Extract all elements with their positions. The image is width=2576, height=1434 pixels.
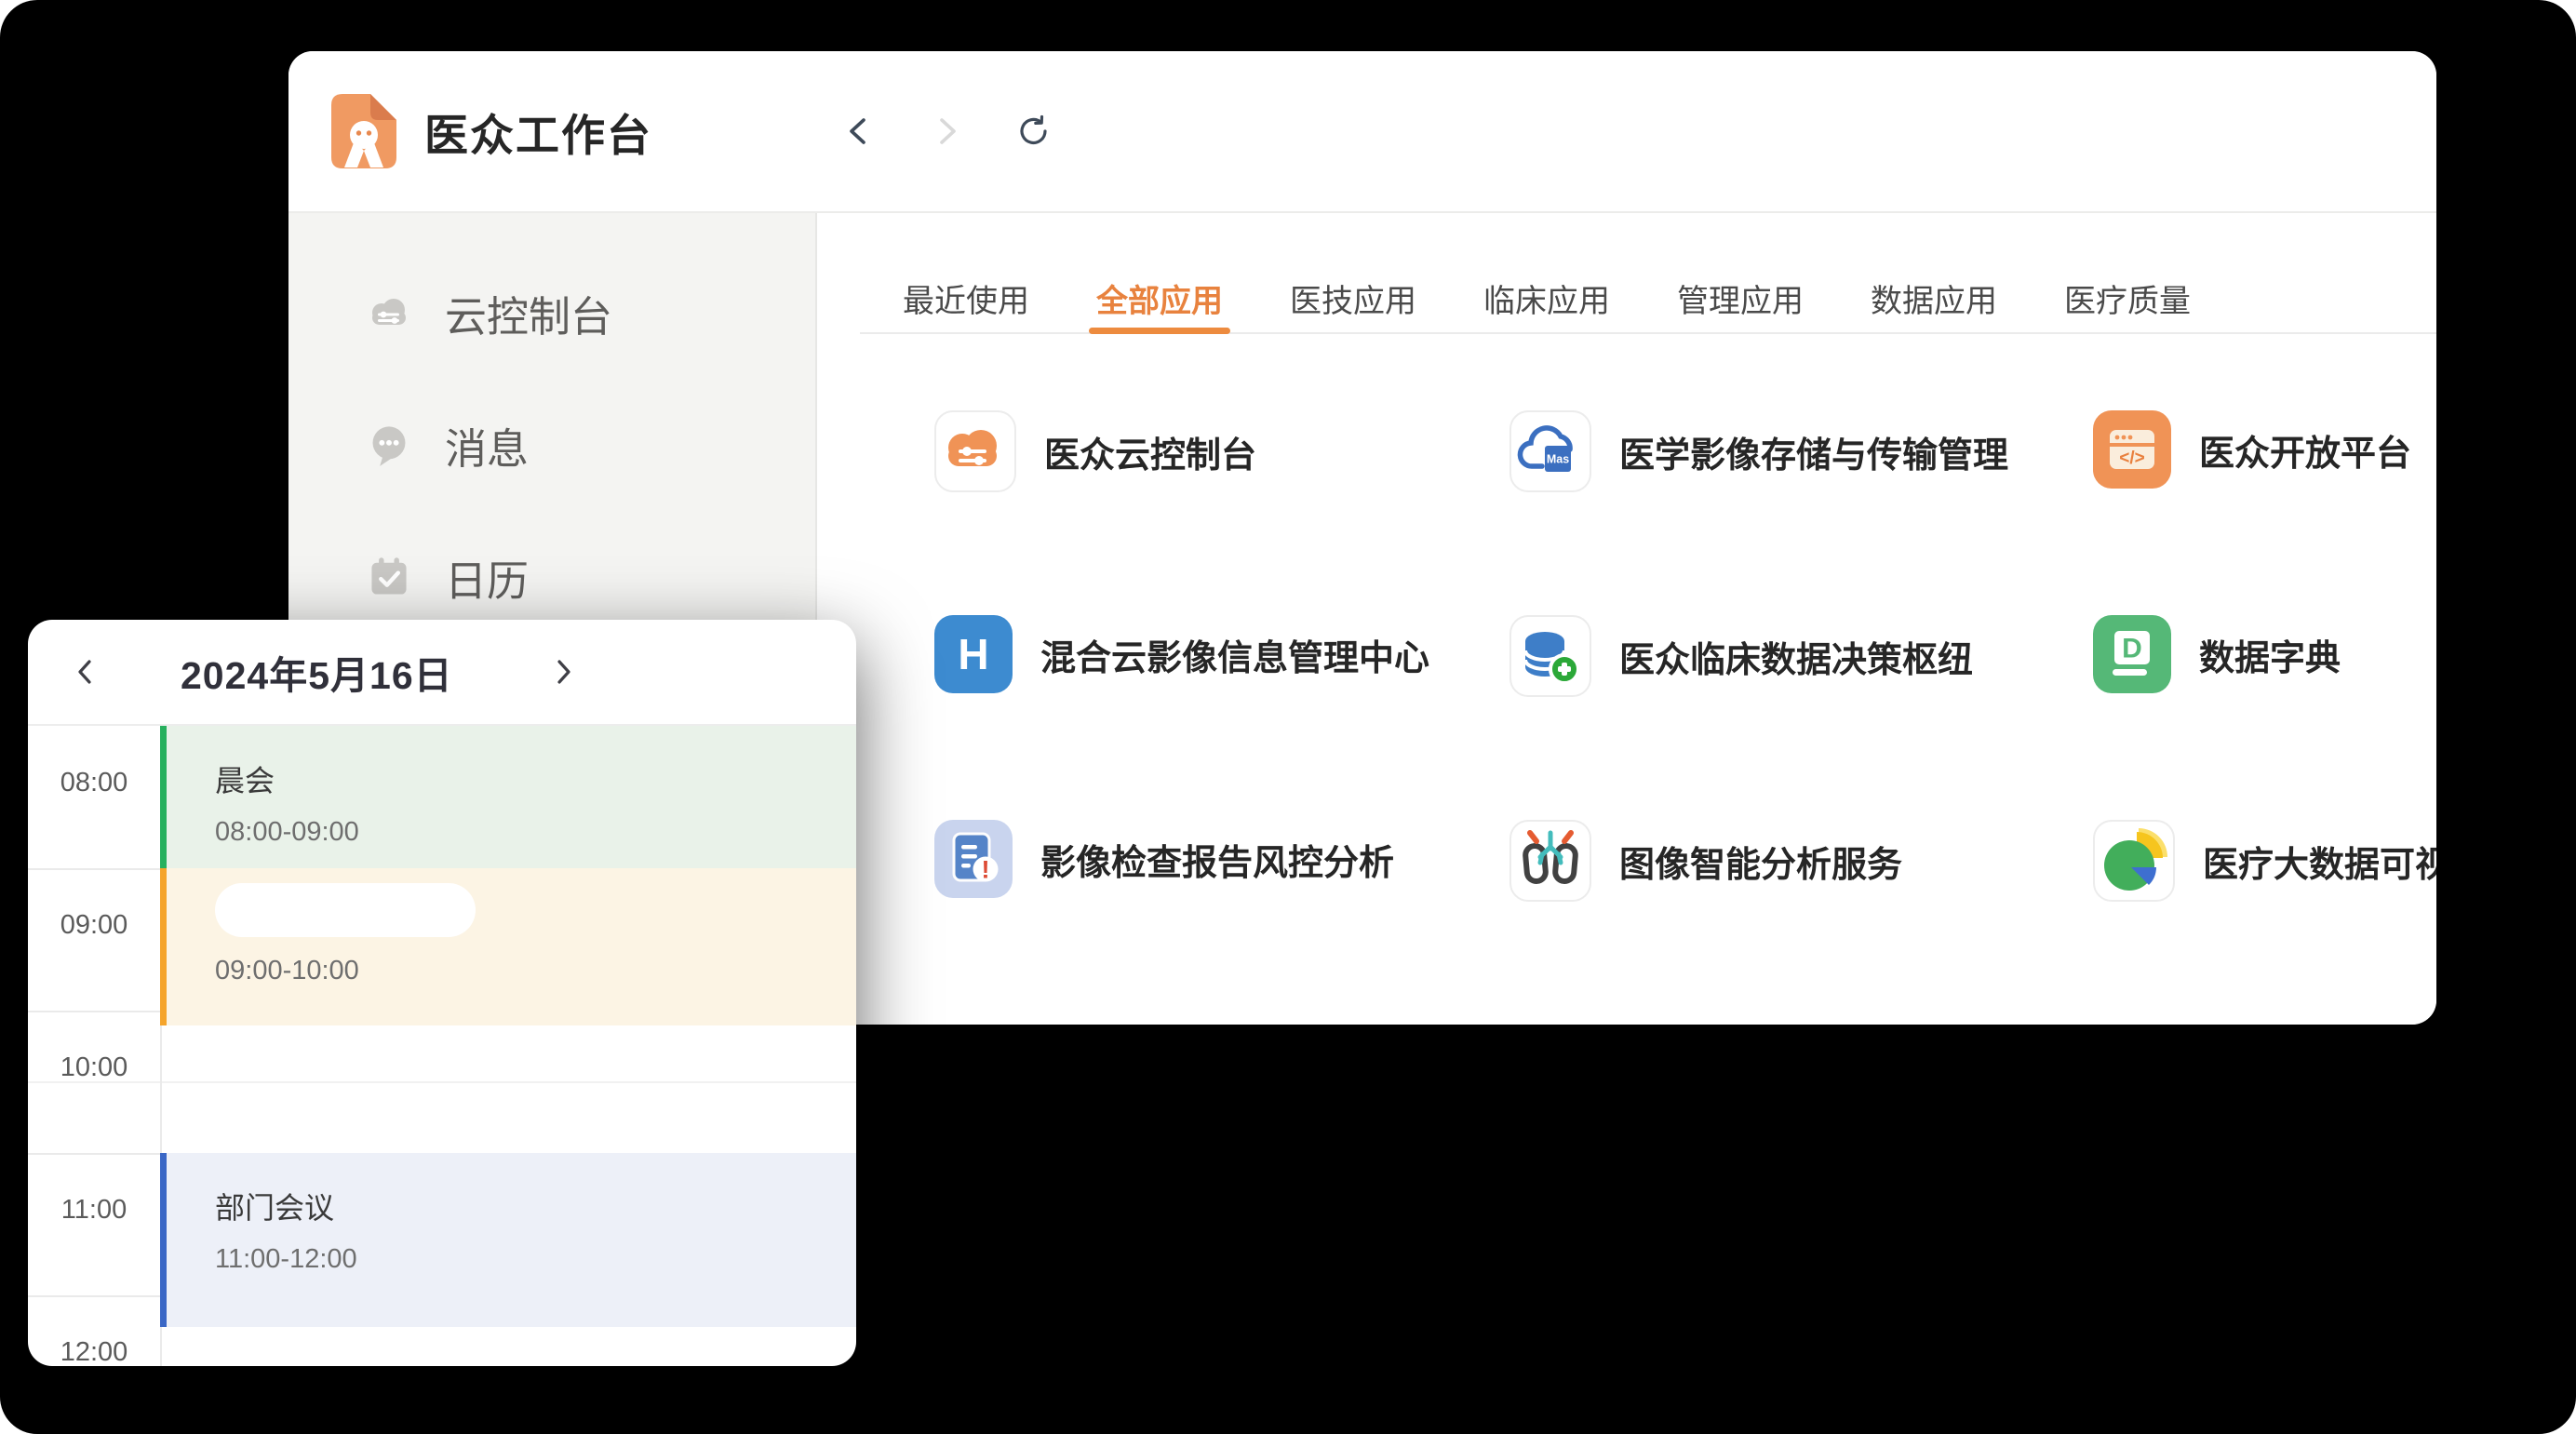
- app-label: 影像检查报告风控分析: [1040, 834, 1394, 885]
- event-title: 部门会议: [215, 1185, 856, 1227]
- nav-back-button[interactable]: [839, 111, 879, 152]
- pie-chart-icon: [2093, 820, 2175, 902]
- tab-data-apps[interactable]: 数据应用: [1871, 263, 1997, 332]
- sidebar-item-calendar[interactable]: 日历: [288, 535, 815, 619]
- app-big-data-visualization[interactable]: 医疗大数据可视化: [2093, 820, 2436, 902]
- app-hybrid-imaging-center[interactable]: H 混合云影像信息管理中心: [934, 615, 1509, 693]
- app-data-dictionary[interactable]: D 数据字典: [2093, 615, 2436, 693]
- app-label: 图像智能分析服务: [1619, 836, 1902, 887]
- event-time: 08:00-09:00: [215, 817, 856, 848]
- event-time: 09:00-10:00: [215, 956, 856, 986]
- app-cloud-console[interactable]: 医众云控制台: [934, 410, 1509, 492]
- desktop-background: 医众工作台: [0, 0, 2576, 1434]
- app-label: 混合云影像信息管理中心: [1040, 629, 1429, 680]
- report-warning-icon: !: [934, 820, 1013, 898]
- event-title: 晨会: [215, 757, 856, 800]
- calendar-check-icon: [367, 555, 411, 599]
- time-label: 08:00: [28, 768, 160, 798]
- app-clinical-data-hub[interactable]: 医众临床数据决策枢纽: [1509, 615, 2093, 697]
- orange-code-window-icon: </>: [2093, 410, 2171, 489]
- refresh-icon: [1016, 114, 1052, 149]
- tab-all-apps[interactable]: 全部应用: [1096, 263, 1223, 332]
- calendar-panel: 2024年5月16日 08:00 09:00 10:00 11:00 12:00…: [28, 620, 856, 1366]
- tab-medtech-apps[interactable]: 医技应用: [1290, 263, 1416, 332]
- calendar-prev-button[interactable]: [69, 655, 102, 689]
- svg-text:!: !: [982, 856, 990, 884]
- app-imaging-storage-mas[interactable]: Mas 医学影像存储与传输管理: [1509, 410, 2093, 492]
- svg-text:H: H: [958, 630, 988, 678]
- app-logo-icon: [331, 94, 396, 168]
- tab-recent[interactable]: 最近使用: [903, 263, 1029, 332]
- app-label: 数据字典: [2199, 629, 2341, 680]
- chevron-right-icon: [929, 114, 964, 149]
- nav-forward-button[interactable]: [926, 111, 967, 152]
- calendar-date: 2024年5月16日: [181, 644, 453, 700]
- event-redacted[interactable]: 09:00-10:00: [160, 868, 856, 1025]
- tab-clinical-apps[interactable]: 临床应用: [1483, 263, 1610, 332]
- svg-text:D: D: [2122, 634, 2142, 664]
- tab-bar: 最近使用 全部应用 医技应用 临床应用 管理应用 数据应用 医疗质量: [860, 263, 2436, 334]
- app-label: 医众临床数据决策枢纽: [1619, 631, 1973, 682]
- app-grid: 医众云控制台 Mas 医学影像存储与传输管理: [860, 410, 2436, 1025]
- tab-quality[interactable]: 医疗质量: [2064, 263, 2191, 332]
- sidebar-item-label: 云控制台: [445, 283, 612, 343]
- app-label: 医疗大数据可视化: [2203, 836, 2436, 887]
- event-department-meeting[interactable]: 部门会议 11:00-12:00: [160, 1153, 856, 1327]
- lungs-analysis-icon: [1509, 820, 1591, 902]
- chevron-left-icon: [841, 114, 877, 149]
- message-bubble-icon: [367, 422, 411, 467]
- orange-cloud-sliders-icon: [934, 410, 1016, 492]
- app-report-risk-analysis[interactable]: ! 影像检查报告风控分析: [934, 820, 1509, 898]
- event-time: 11:00-12:00: [215, 1244, 856, 1275]
- tab-management-apps[interactable]: 管理应用: [1677, 263, 1804, 332]
- chevron-right-icon: [548, 657, 578, 687]
- content-area: 最近使用 全部应用 医技应用 临床应用 管理应用 数据应用 医疗质量: [817, 213, 2436, 1025]
- time-label: 11:00: [28, 1195, 160, 1226]
- cloud-settings-icon: [367, 290, 411, 335]
- green-dictionary-icon: D: [2093, 615, 2171, 693]
- sidebar-item-label: 日历: [445, 547, 529, 608]
- app-title: 医众工作台: [424, 100, 652, 164]
- svg-text:</>: </>: [2119, 449, 2144, 468]
- sidebar-item-messages[interactable]: 消息: [288, 403, 815, 487]
- app-label: 医众云控制台: [1044, 426, 1256, 477]
- browser-nav: [839, 111, 1054, 152]
- chevron-left-icon: [71, 657, 101, 687]
- app-label: 医学影像存储与传输管理: [1619, 426, 2008, 477]
- time-label: 10:00: [28, 1052, 160, 1083]
- svg-text:Mas: Mas: [1547, 453, 1569, 466]
- calendar-next-button[interactable]: [546, 655, 580, 689]
- blue-cloud-mas-icon: Mas: [1509, 410, 1591, 492]
- sidebar-item-label: 消息: [445, 415, 529, 476]
- time-label: 12:00: [28, 1337, 160, 1366]
- app-label: 医众开放平台: [2199, 424, 2411, 476]
- blue-h-icon: H: [934, 615, 1013, 693]
- app-image-ai-service[interactable]: 图像智能分析服务: [1509, 820, 2093, 902]
- redacted-event-title: [215, 883, 476, 937]
- calendar-header: 2024年5月16日: [28, 620, 856, 726]
- sidebar-item-cloud-console[interactable]: 云控制台: [288, 271, 815, 355]
- window-header: 医众工作台: [288, 51, 2436, 213]
- database-plus-icon: [1509, 615, 1591, 697]
- time-label: 09:00: [28, 910, 160, 941]
- nav-refresh-button[interactable]: [1013, 111, 1054, 152]
- app-open-platform[interactable]: </> 医众开放平台: [2093, 410, 2436, 489]
- calendar-day-grid: 08:00 09:00 10:00 11:00 12:00 晨会 08:00-0…: [28, 726, 856, 1366]
